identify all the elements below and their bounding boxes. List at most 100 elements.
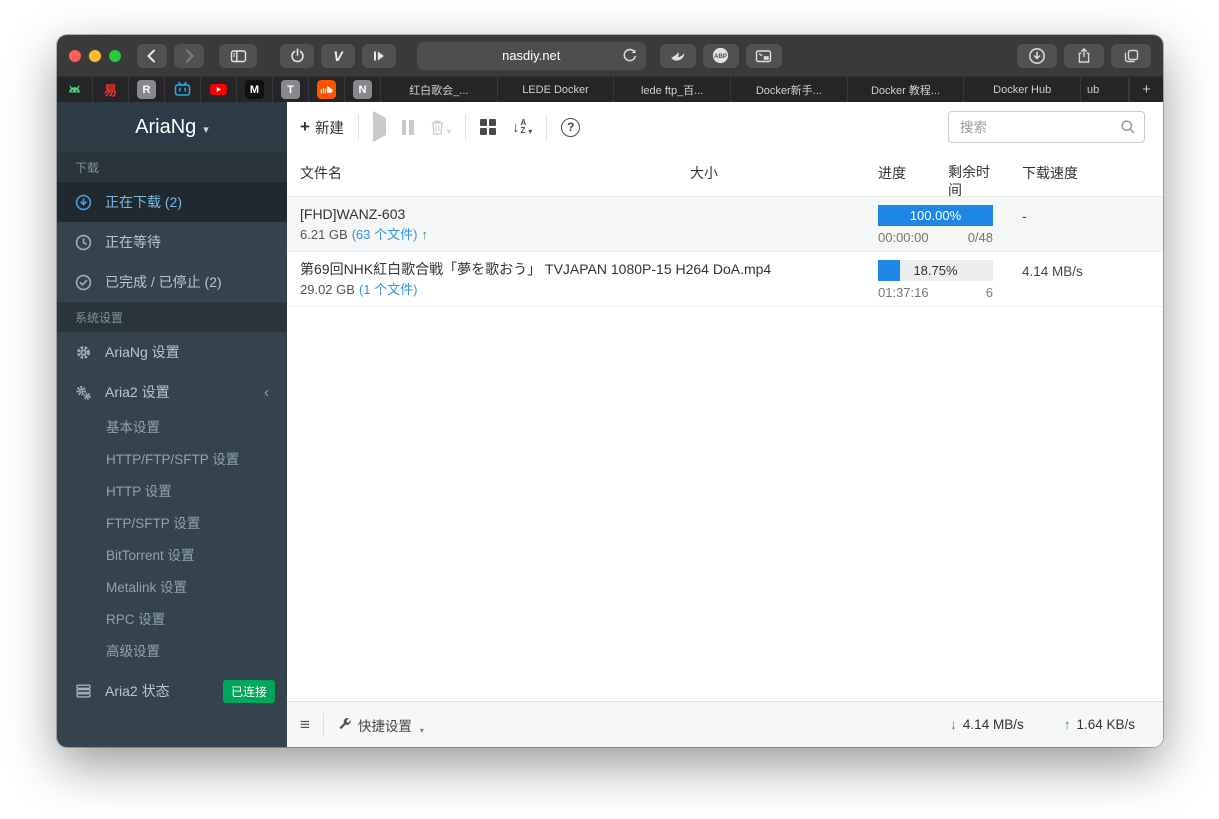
sidebar-subitem[interactable]: HTTP 设置	[57, 476, 287, 508]
sidebar-subitem-label: HTTP 设置	[106, 484, 172, 499]
new-tab-button[interactable]: +	[1129, 77, 1163, 102]
pinned-tab-m-site[interactable]: M	[237, 77, 273, 102]
search-icon	[1120, 119, 1136, 135]
reload-button[interactable]	[621, 47, 638, 69]
quick-settings-button[interactable]: 快捷设置 ▾	[337, 715, 424, 735]
sidebar-item-label: AriaNg 设置	[105, 342, 180, 362]
sidebar-subitem[interactable]: 高级设置	[57, 636, 287, 668]
start-task-button[interactable]	[373, 118, 386, 136]
sidebar-item[interactable]: Aria2 设置 ‹	[57, 372, 287, 412]
picture-in-picture-icon	[755, 48, 772, 64]
sidebar-icon	[230, 48, 247, 64]
sidebar-subitem[interactable]: HTTP/FTP/SFTP 设置	[57, 444, 287, 476]
view-mode-button[interactable]	[480, 119, 496, 135]
sidebar-subitem[interactable]: Metalink 设置	[57, 572, 287, 604]
browser-tab[interactable]: Docker 教程...	[848, 77, 965, 102]
address-bar[interactable]: nasdiy.net	[417, 42, 646, 70]
plus-icon: +	[300, 117, 310, 137]
tab-title: Docker Hub	[993, 84, 1051, 96]
task-name: 第69回NHK紅白歌合戦「夢を歌おう」 TVJAPAN 1080P-15 H26…	[300, 259, 878, 280]
app-title: AriaNg	[135, 116, 196, 139]
pinned-tab-youtube[interactable]	[201, 77, 237, 102]
column-header-progress: 进度	[878, 163, 948, 199]
chevron-left-icon	[144, 48, 160, 64]
task-row[interactable]: 第69回NHK紅白歌合戦「夢を歌おう」 TVJAPAN 1080P-15 H26…	[287, 252, 1163, 307]
pinned-tab-t-site[interactable]: T	[273, 77, 309, 102]
task-toolbar: + 新建 ▾ ↓	[287, 102, 1163, 152]
task-size: 29.02 GB	[300, 280, 355, 300]
column-header-remaining: 剩余时间	[948, 163, 998, 199]
task-list-menu-button[interactable]: ≡	[300, 715, 310, 735]
sidebar-toggle-button[interactable]	[219, 44, 257, 68]
sidebar-subitem-label: 基本设置	[106, 420, 160, 435]
extension-bird-button[interactable]	[660, 44, 696, 68]
forward-button[interactable]	[174, 44, 204, 68]
sidebar-subitem-label: BitTorrent 设置	[106, 548, 195, 563]
bird-icon	[669, 48, 687, 64]
browser-titlebar: V nasdiy.net ABP	[57, 35, 1163, 76]
extension-pip-play-button[interactable]	[362, 44, 396, 68]
abp-icon: ABP	[711, 46, 730, 65]
task-row[interactable]: [FHD]WANZ-603 6.21 GB (63 个文件) ↑ 100.00%	[287, 197, 1163, 252]
sort-button[interactable]: ↓ AZ ▾	[512, 119, 532, 136]
connected-badge: 已连接	[223, 680, 275, 703]
pause-task-button[interactable]	[402, 120, 414, 135]
netease-favicon-icon: 易	[101, 80, 120, 99]
task-remaining-time: 00:00:00	[878, 230, 929, 245]
sidebar-subitem[interactable]: RPC 设置	[57, 604, 287, 636]
share-button[interactable]	[1064, 44, 1104, 68]
sidebar-item[interactable]: 正在等待 ‹	[57, 222, 287, 262]
delete-task-button[interactable]: ▾	[430, 119, 451, 136]
task-files-link[interactable]: (1 个文件)	[359, 280, 418, 300]
pinned-tab-soundcloud[interactable]	[309, 77, 345, 102]
search-input[interactable]	[948, 111, 1145, 143]
tab-overview-button[interactable]	[1111, 44, 1151, 68]
global-upload-speed: ↑ 1.64 KB/s	[1064, 717, 1135, 732]
browser-tab[interactable]: 红白歌会_...	[381, 77, 498, 102]
caret-down-icon: ▾	[203, 119, 209, 136]
progress-percent: 18.75%	[878, 260, 993, 281]
svg-text:ABP: ABP	[714, 54, 727, 60]
table-header: 文件名 大小 进度 剩余时间 下载速度	[287, 152, 1163, 197]
tab-title: LEDE Docker	[522, 84, 589, 96]
new-task-button[interactable]: + 新建	[300, 117, 344, 138]
bilibili-favicon-icon	[173, 80, 192, 99]
sidebar-item[interactable]: AriaNg 设置 ‹	[57, 332, 287, 372]
url-text: nasdiy.net	[502, 48, 560, 63]
youtube-favicon-icon	[209, 80, 228, 99]
progress-percent: 100.00%	[878, 205, 993, 226]
extension-v-button[interactable]: V	[321, 44, 355, 68]
back-button[interactable]	[137, 44, 167, 68]
upload-arrow-icon: ↑	[421, 225, 428, 245]
browser-tab[interactable]: ub	[1081, 77, 1129, 102]
sidebar-item-label: Aria2 设置	[105, 382, 170, 402]
extension-power-button[interactable]	[280, 44, 314, 68]
caret-down-icon: ▾	[528, 127, 532, 136]
sidebar-subitem[interactable]: BitTorrent 设置	[57, 540, 287, 572]
sidebar-subitem-label: Metalink 设置	[106, 580, 187, 595]
sidebar-subitem[interactable]: FTP/SFTP 设置	[57, 508, 287, 540]
pinned-tab-r-site[interactable]: R	[129, 77, 165, 102]
sidebar-item[interactable]: 正在下载 (2) ‹	[57, 182, 287, 222]
zoom-window-button[interactable]	[109, 50, 121, 62]
extension-pip-button[interactable]	[746, 44, 782, 68]
close-window-button[interactable]	[69, 50, 81, 62]
browser-tab[interactable]: LEDE Docker	[498, 77, 615, 102]
pinned-tab-netease[interactable]: 易	[93, 77, 129, 102]
sidebar-item[interactable]: 已完成 / 已停止 (2) ‹	[57, 262, 287, 302]
browser-tab[interactable]: Docker新手...	[731, 77, 848, 102]
wrench-icon	[337, 717, 352, 732]
task-files-link[interactable]: (63 个文件)	[352, 225, 418, 245]
downloads-button[interactable]	[1017, 44, 1057, 68]
browser-tab[interactable]: Docker Hub	[964, 77, 1081, 102]
app-logo[interactable]: AriaNg ▾	[57, 102, 287, 152]
minimize-window-button[interactable]	[89, 50, 101, 62]
pinned-tab-android[interactable]	[57, 77, 93, 102]
sidebar-item-aria2-status[interactable]: Aria2 状态 已连接	[57, 670, 287, 712]
sidebar-subitem[interactable]: 基本设置	[57, 412, 287, 444]
pinned-tab-bilibili[interactable]	[165, 77, 201, 102]
help-button[interactable]: ?	[561, 118, 580, 137]
extension-adblock-button[interactable]: ABP	[703, 44, 739, 68]
browser-tab[interactable]: lede ftp_百...	[614, 77, 731, 102]
pinned-tab-n-site[interactable]: N	[345, 77, 381, 102]
